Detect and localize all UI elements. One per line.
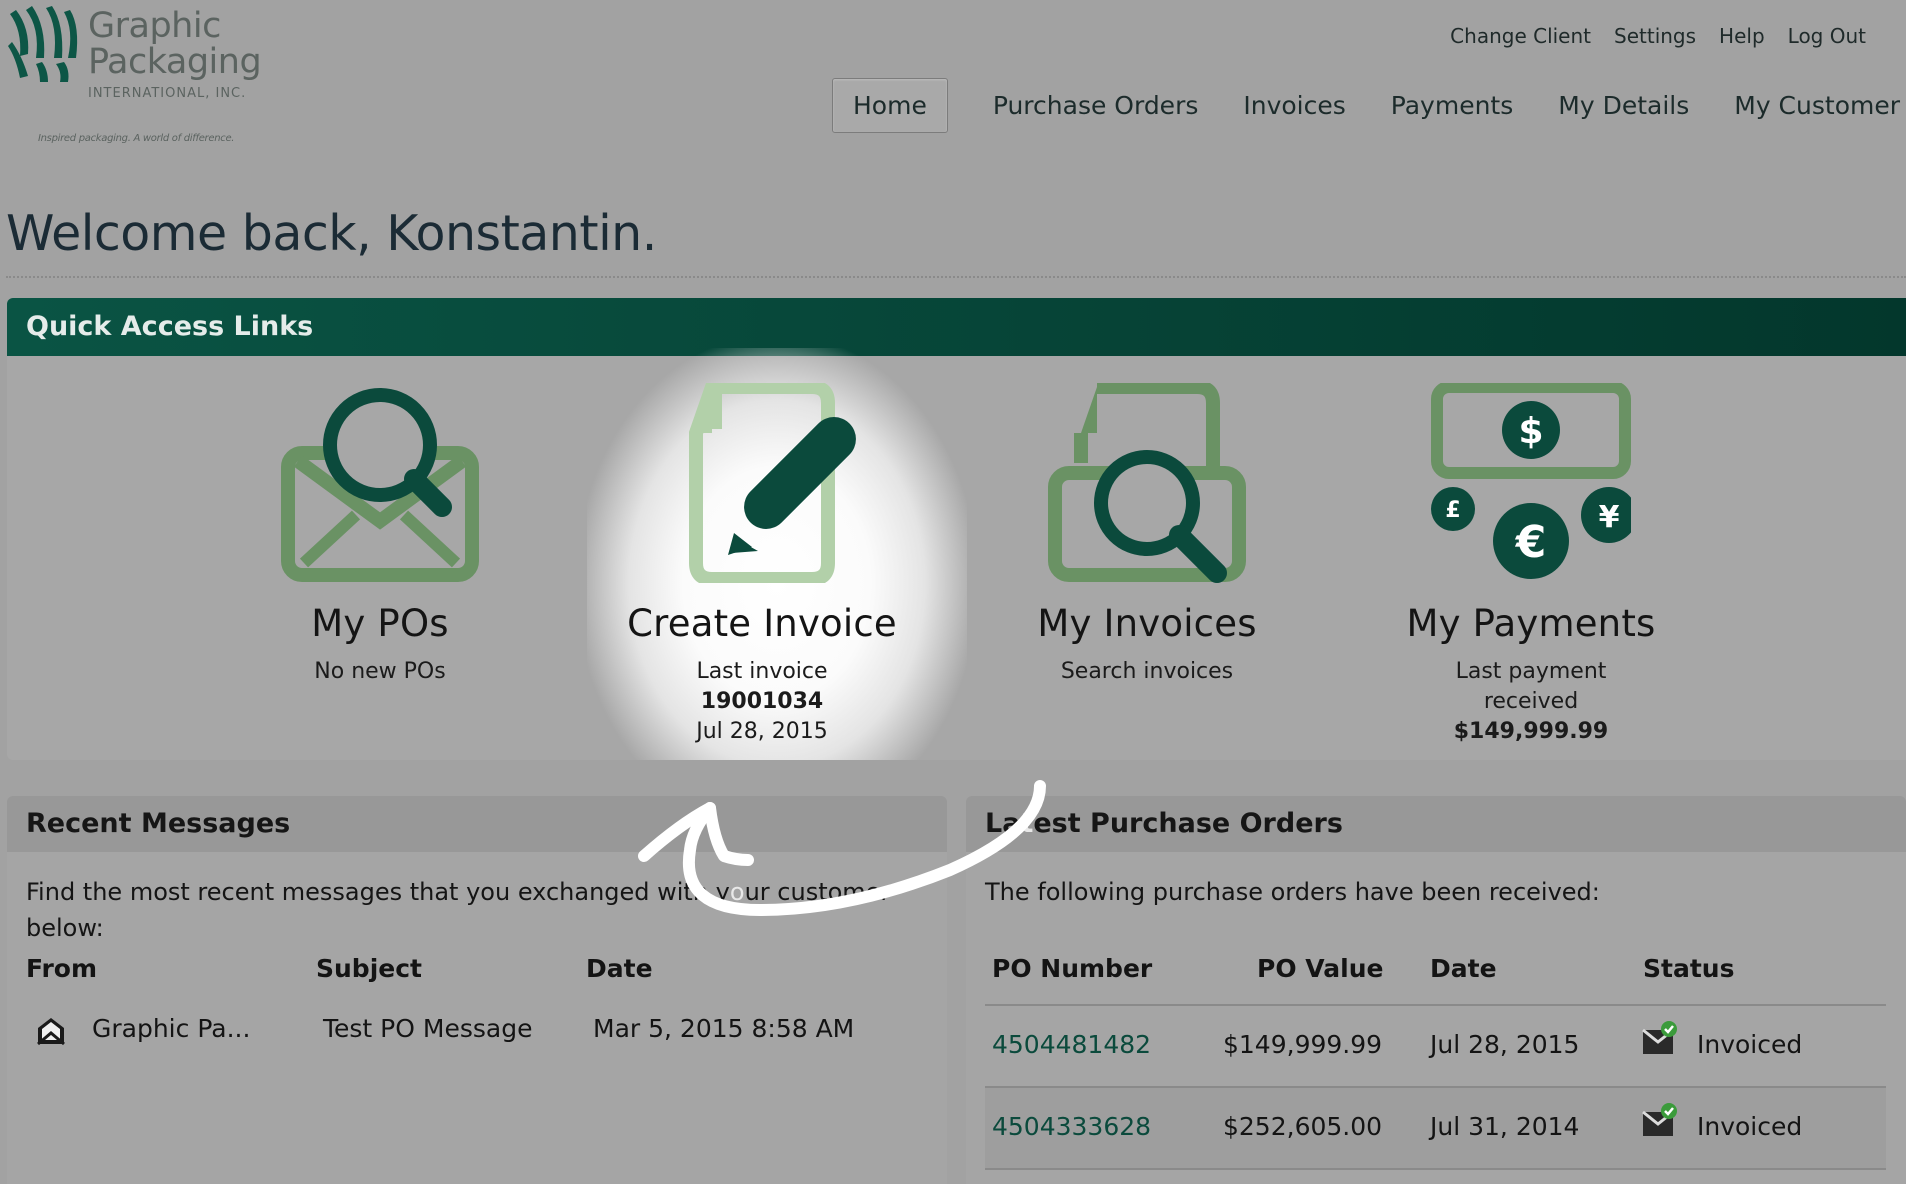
tile-title: My Payments bbox=[1406, 602, 1656, 645]
po-number-link[interactable]: 4504481482 bbox=[992, 1030, 1151, 1059]
tile-subtitle: No new POs bbox=[314, 659, 446, 684]
latest-purchase-orders-panel: Latest Purchase Orders The following pur… bbox=[966, 796, 1906, 1184]
logo-name: Graphic Packaging bbox=[88, 6, 262, 82]
po-row: 4504333628 $252,605.00 Jul 31, 2014 Invo… bbox=[985, 1088, 1886, 1170]
tile-subtitle: Last invoice 19001034 Jul 28, 2015 bbox=[696, 659, 828, 744]
tile-create-invoice[interactable]: Create Invoice Last invoice 19001034 Jul… bbox=[562, 380, 962, 747]
change-client-link[interactable]: Change Client bbox=[1450, 24, 1591, 48]
message-date: Mar 5, 2015 8:58 AM bbox=[593, 1014, 855, 1043]
message-from: Graphic Pa... bbox=[92, 1014, 251, 1043]
po-row: 4504481482 $149,999.99 Jul 28, 2015 Invo… bbox=[985, 1006, 1886, 1088]
currency-icon: $ £ ¥ € bbox=[1431, 381, 1637, 579]
log-out-link[interactable]: Log Out bbox=[1788, 24, 1866, 48]
brand-logo[interactable]: Graphic Packaging INTERNATIONAL, INC. In… bbox=[6, 6, 266, 146]
nav-payments[interactable]: Payments bbox=[1391, 91, 1513, 120]
message-envelope-icon bbox=[37, 1018, 65, 1046]
nav-my-details[interactable]: My Details bbox=[1558, 91, 1689, 120]
tile-my-pos[interactable]: My POs No new POs bbox=[180, 383, 580, 687]
po-value: $149,999.99 bbox=[1223, 1030, 1383, 1059]
invoiced-status-icon bbox=[1642, 1021, 1677, 1054]
svg-text:$: $ bbox=[1518, 411, 1543, 452]
col-status: Status bbox=[1643, 954, 1735, 983]
tile-title: My Invoices bbox=[1037, 602, 1257, 645]
nav-home[interactable]: Home bbox=[832, 78, 948, 133]
document-pencil-icon bbox=[689, 380, 856, 586]
annotation-arrow-icon bbox=[638, 780, 1046, 917]
logo-subtitle: INTERNATIONAL, INC. bbox=[88, 86, 247, 101]
po-number-link[interactable]: 4504333628 bbox=[992, 1112, 1151, 1141]
tile-subtitle: Last payment received $149,999.99 bbox=[1453, 659, 1609, 744]
tile-title: Create Invoice bbox=[627, 602, 897, 645]
po-status: Invoiced bbox=[1697, 1030, 1803, 1059]
quick-access-panel: Quick Access Links My POs No new POs Cre… bbox=[7, 298, 1906, 760]
po-date: Jul 28, 2015 bbox=[1430, 1030, 1580, 1059]
tile-my-payments[interactable]: $ £ ¥ € My Payments Last payment receive… bbox=[1331, 381, 1731, 747]
logo-tagline: Inspired packaging. A world of differenc… bbox=[38, 133, 235, 144]
settings-link[interactable]: Settings bbox=[1614, 24, 1696, 48]
invoiced-status-icon bbox=[1642, 1103, 1677, 1136]
col-date: Date bbox=[1430, 954, 1497, 983]
col-date: Date bbox=[586, 954, 653, 983]
latest-po-title: Latest Purchase Orders bbox=[966, 796, 1906, 852]
tile-title: My POs bbox=[311, 602, 449, 645]
message-subject: Test PO Message bbox=[323, 1014, 533, 1043]
utility-links: Change Client Settings Help Log Out bbox=[1450, 24, 1866, 48]
po-status: Invoiced bbox=[1697, 1112, 1803, 1141]
nav-invoices[interactable]: Invoices bbox=[1243, 91, 1345, 120]
po-table-header: PO Number PO Value Date Status bbox=[985, 936, 1886, 1006]
col-from: From bbox=[26, 954, 98, 983]
col-subject: Subject bbox=[316, 954, 422, 983]
col-po-number: PO Number bbox=[992, 954, 1153, 983]
po-date: Jul 31, 2014 bbox=[1430, 1112, 1580, 1141]
svg-text:£: £ bbox=[1445, 498, 1460, 523]
svg-text:€: € bbox=[1515, 517, 1547, 568]
tile-subtitle: Search invoices bbox=[1060, 659, 1234, 684]
page-title: Welcome back, Konstantin. bbox=[6, 205, 657, 262]
latest-po-intro: The following purchase orders have been … bbox=[985, 878, 1600, 906]
col-po-value: PO Value bbox=[1257, 954, 1384, 983]
po-value: $252,605.00 bbox=[1223, 1112, 1383, 1141]
tile-my-invoices[interactable]: My Invoices Search invoices bbox=[947, 380, 1347, 687]
help-link[interactable]: Help bbox=[1719, 24, 1765, 48]
svg-text:¥: ¥ bbox=[1599, 500, 1620, 535]
nav-purchase-orders[interactable]: Purchase Orders bbox=[993, 91, 1199, 120]
title-divider bbox=[6, 276, 1906, 278]
main-nav: Home Purchase Orders Invoices Payments M… bbox=[832, 78, 1900, 133]
envelope-search-icon bbox=[281, 388, 479, 582]
po-table: PO Number PO Value Date Status 450448148… bbox=[985, 936, 1886, 1170]
document-search-icon bbox=[1048, 380, 1246, 583]
logo-leaf-icon bbox=[8, 6, 78, 82]
nav-my-customer[interactable]: My Customer bbox=[1734, 91, 1900, 120]
